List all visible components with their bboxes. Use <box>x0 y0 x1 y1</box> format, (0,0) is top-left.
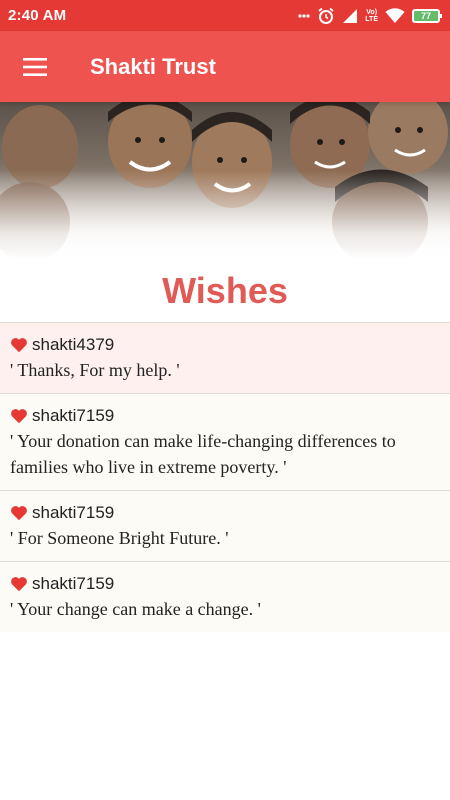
banner-fade <box>0 170 450 260</box>
wish-message: ' Your change can make a change. ' <box>10 599 261 619</box>
wish-item[interactable]: shakti7159 ' For Someone Bright Future. … <box>0 490 450 561</box>
heart-icon <box>11 409 27 424</box>
wish-item[interactable]: shakti7159 ' Your donation can make life… <box>0 393 450 490</box>
volte-icon: Vo) LTE <box>365 8 378 23</box>
wish-user: shakti7159 <box>10 501 440 525</box>
wish-message: ' For Someone Bright Future. ' <box>10 528 229 548</box>
wish-username: shakti7159 <box>32 574 115 593</box>
wish-item[interactable]: shakti7159 ' Your change can make a chan… <box>0 561 450 632</box>
battery-icon: 77 <box>412 8 442 23</box>
wish-user: shakti4379 <box>10 333 440 357</box>
wish-user: shakti7159 <box>10 404 440 428</box>
wish-message: ' Thanks, For my help. ' <box>10 360 180 380</box>
wish-message: ' Your donation can make life-changing d… <box>10 431 396 477</box>
wish-list: shakti4379 ' Thanks, For my help. ' shak… <box>0 322 450 632</box>
wish-username: shakti7159 <box>32 406 115 425</box>
more-dots-icon <box>298 13 310 18</box>
app-bar: Shakti Trust <box>0 31 450 102</box>
status-icons: Vo) LTE 77 <box>298 7 442 25</box>
wifi-icon <box>385 7 405 24</box>
status-time: 2:40 AM <box>8 7 67 24</box>
wish-username: shakti4379 <box>32 335 115 354</box>
alarm-icon <box>317 7 335 25</box>
wish-item[interactable]: shakti4379 ' Thanks, For my help. ' <box>0 322 450 393</box>
heart-icon <box>11 338 27 353</box>
status-bar: 2:40 AM Vo) LTE 77 <box>0 0 450 31</box>
signal-icon <box>342 8 358 24</box>
wish-user: shakti7159 <box>10 572 440 596</box>
app-title: Shakti Trust <box>90 53 216 79</box>
heart-icon <box>11 506 27 521</box>
banner-image <box>0 102 450 260</box>
hamburger-menu-icon[interactable] <box>0 31 70 102</box>
wishes-title: Wishes <box>162 270 288 311</box>
wish-username: shakti7159 <box>32 503 115 522</box>
heart-icon <box>11 577 27 592</box>
